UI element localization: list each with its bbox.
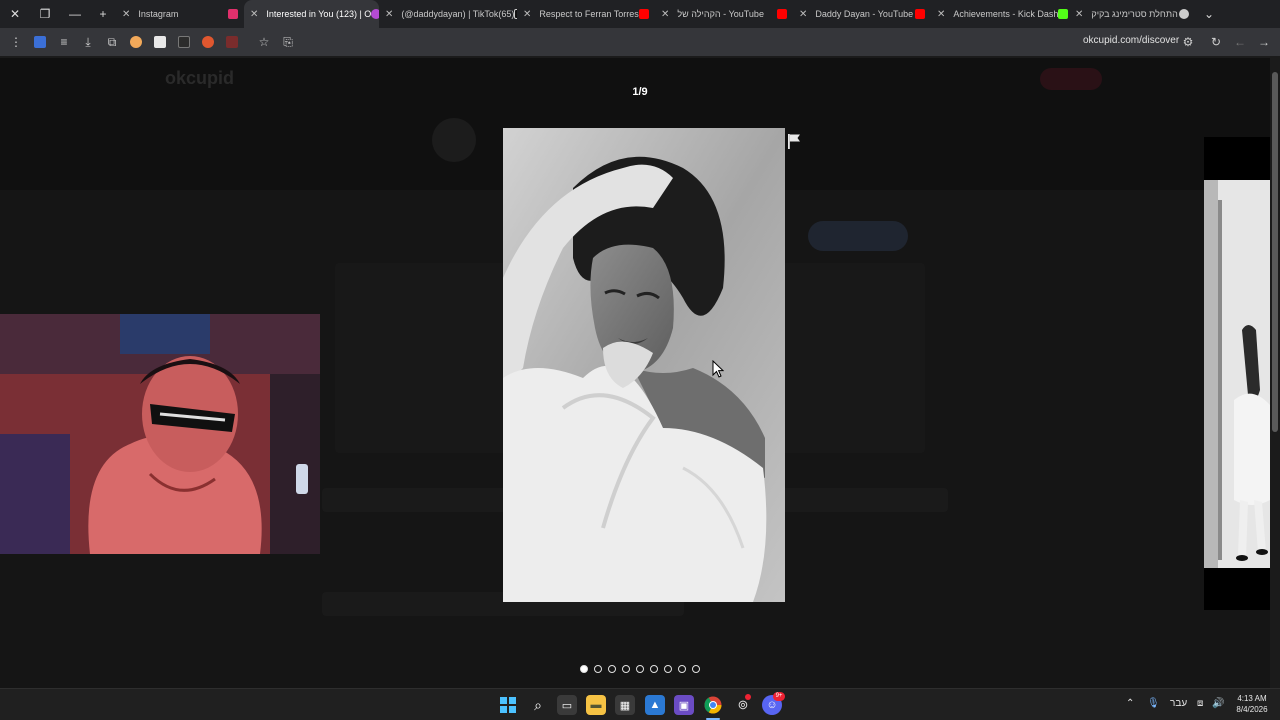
pagination-dot[interactable] xyxy=(664,665,672,673)
media-control-icon[interactable]: ≡ xyxy=(52,30,76,54)
extension-icon[interactable] xyxy=(226,36,238,48)
tab-title: Achievements - Kick Dash xyxy=(953,9,1059,19)
restore-window-icon[interactable]: ❐ xyxy=(30,0,60,28)
profile-photo-image xyxy=(503,128,785,602)
pagination-dot[interactable] xyxy=(650,665,658,673)
tab-title: הקהילה של - YouTube xyxy=(677,9,764,19)
tab-title: (@daddydayan) | TikTok(65) xyxy=(401,9,515,19)
okcupid-icon xyxy=(371,9,379,19)
scrollbar-thumb[interactable] xyxy=(1272,72,1278,432)
pagination-dot[interactable] xyxy=(608,665,616,673)
minimize-window-icon[interactable]: — xyxy=(60,0,90,28)
close-tab-icon[interactable]: ✕ xyxy=(661,9,669,20)
close-tab-icon[interactable]: ✕ xyxy=(937,9,945,20)
pagination-dot[interactable] xyxy=(678,665,686,673)
youtube-icon xyxy=(777,9,787,19)
tab-okcupid[interactable]: ✕ Interested in You (123) | O xyxy=(244,0,379,28)
forward-icon[interactable]: ← xyxy=(1228,30,1252,54)
background-icon-circle xyxy=(432,118,476,162)
close-tab-icon[interactable]: ✕ xyxy=(1075,9,1083,20)
tab-title: Daddy Dayan - YouTube xyxy=(815,9,914,19)
extension-icon[interactable] xyxy=(130,36,142,48)
twitch-studio-icon[interactable]: ▣ xyxy=(674,695,694,715)
close-tab-icon[interactable]: ✕ xyxy=(385,9,393,20)
page-scrollbar[interactable] xyxy=(1270,58,1280,688)
download-icon[interactable]: ⤓ xyxy=(76,30,100,54)
next-photo-image xyxy=(1204,180,1270,568)
system-clock[interactable]: 4:13 AM 8/4/2026 xyxy=(1232,693,1272,715)
reload-icon[interactable]: ↻ xyxy=(1204,30,1228,54)
search-icon[interactable]: ⌕ xyxy=(528,695,548,715)
new-tab-icon[interactable]: + xyxy=(90,0,116,28)
pagination-dot[interactable] xyxy=(594,665,602,673)
tab-title: Interested in You (123) | O xyxy=(266,9,372,19)
report-flag-icon[interactable] xyxy=(787,133,801,149)
next-photo-preview[interactable] xyxy=(1204,137,1270,610)
tab-daddy-dayan-youtube[interactable]: ✕ Daddy Dayan - YouTube xyxy=(793,0,931,28)
globe-icon xyxy=(1179,9,1189,19)
extensions-puzzle-icon[interactable]: ⧉ xyxy=(100,30,124,54)
site-settings-icon[interactable]: ⚙ xyxy=(1176,30,1200,54)
pagination-dot[interactable] xyxy=(692,665,700,673)
profile-photo[interactable] xyxy=(503,128,785,602)
menu-icon[interactable]: ⋮ xyxy=(4,30,28,54)
youtube-icon xyxy=(639,9,649,19)
tab-kick-achievements[interactable]: ✕ Achievements - Kick Dash xyxy=(931,0,1069,28)
file-explorer-icon[interactable]: ▬ xyxy=(586,695,606,715)
discord-badge: 9+ xyxy=(773,692,785,701)
tray-chevron-icon[interactable]: ⌃ xyxy=(1126,698,1134,709)
pagination-dot[interactable] xyxy=(622,665,630,673)
extension-icon[interactable] xyxy=(34,36,46,48)
chrome-icon[interactable] xyxy=(703,695,723,715)
photos-icon[interactable]: ▲ xyxy=(645,695,665,715)
star-bookmark-icon[interactable]: ☆ xyxy=(252,30,276,54)
background-button xyxy=(808,221,908,251)
tab-tiktok[interactable]: ✕ (@daddydayan) | TikTok(65) xyxy=(379,0,517,28)
close-tab-icon[interactable]: ✕ xyxy=(122,9,130,20)
notification-dot xyxy=(745,694,751,700)
tab-respect-ferran[interactable]: ✕ Respect to Ferran Torres xyxy=(517,0,655,28)
extension-icon[interactable] xyxy=(178,36,190,48)
tab-bar: ✕ ❐ — + ✕ Instagram ✕ Interested in You … xyxy=(0,0,1280,28)
tab-youtube-community[interactable]: ✕ הקהילה של - YouTube xyxy=(655,0,793,28)
photo-pagination xyxy=(580,665,700,673)
clock-time: 4:13 AM xyxy=(1237,694,1267,703)
close-tab-icon[interactable]: ✕ xyxy=(799,9,807,20)
photo-counter: 1/9 xyxy=(632,86,648,98)
pagination-dot[interactable] xyxy=(580,665,588,673)
task-view-icon[interactable]: ▭ xyxy=(557,695,577,715)
windows-taskbar: ⌕ ▭ ▬ ▦ ▲ ▣ ⊚ ☺ 9+ ⌃ 🎙 עבר ⧈ 🔊 4:13 AM 8… xyxy=(0,688,1280,720)
close-tab-icon[interactable]: ✕ xyxy=(250,9,258,20)
page-content: okcupid 1/9 xyxy=(0,58,1280,688)
mouse-cursor-icon xyxy=(712,360,724,378)
instagram-icon xyxy=(228,9,238,19)
back-icon[interactable]: → xyxy=(1252,30,1276,54)
tab-search-chevron-icon[interactable]: ⌄ xyxy=(1195,0,1223,28)
background-upgrade-pill xyxy=(1040,68,1102,90)
volume-icon[interactable]: 🔊 xyxy=(1212,698,1224,709)
youtube-icon xyxy=(915,9,925,19)
tab-title: התחלת סטרימינג בקיק xyxy=(1091,9,1178,19)
clock-date: 8/4/2026 xyxy=(1236,705,1268,714)
pagination-dot[interactable] xyxy=(636,665,644,673)
tab-title: Respect to Ferran Torres xyxy=(539,9,639,19)
tab-instagram[interactable]: ✕ Instagram xyxy=(116,0,244,28)
close-window-icon[interactable]: ✕ xyxy=(0,0,30,28)
extension-icon[interactable] xyxy=(154,36,166,48)
url-bar[interactable]: okcupid.com/discover xyxy=(1083,35,1179,46)
tab-title: Instagram xyxy=(138,9,179,19)
kick-icon xyxy=(1058,9,1069,19)
windows-start-icon[interactable] xyxy=(498,695,518,715)
network-icon[interactable]: ⧈ xyxy=(1197,698,1203,709)
language-indicator[interactable]: עבר xyxy=(1170,698,1187,709)
webcam-image xyxy=(0,314,320,554)
extension-icon[interactable] xyxy=(202,36,214,48)
close-tab-icon[interactable]: ✕ xyxy=(523,9,531,20)
microsoft-store-icon[interactable]: ▦ xyxy=(615,695,635,715)
microphone-icon[interactable]: 🎙 xyxy=(1147,698,1160,709)
tab-kick-streaming[interactable]: ✕ התחלת סטרימינג בקיק xyxy=(1069,0,1195,28)
okcupid-logo: okcupid xyxy=(165,68,235,88)
share-icon[interactable]: ⎘ xyxy=(276,30,300,54)
webcam-overlay xyxy=(0,314,320,554)
